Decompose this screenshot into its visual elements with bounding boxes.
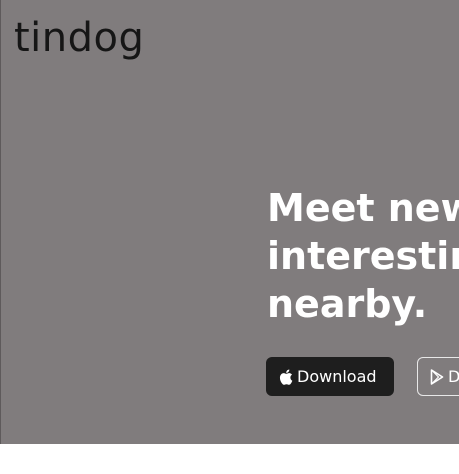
google-play-icon [430,368,444,385]
apple-download-button[interactable]: Download [266,357,394,396]
headline-line-3: nearby. [267,282,428,326]
google-play-download-label: Download [448,367,459,386]
brand-logo[interactable]: tindog [14,18,144,58]
headline-line-1: Meet new [267,186,459,230]
hero-section: tindog Meet new interesting nearby. Down… [0,0,459,444]
headline-line-2: interesting [267,234,459,278]
google-play-download-button[interactable]: Download [417,357,459,396]
hero-headline: Meet new interesting nearby. [267,184,459,328]
apple-download-label: Download [297,367,377,386]
apple-icon [279,369,293,385]
